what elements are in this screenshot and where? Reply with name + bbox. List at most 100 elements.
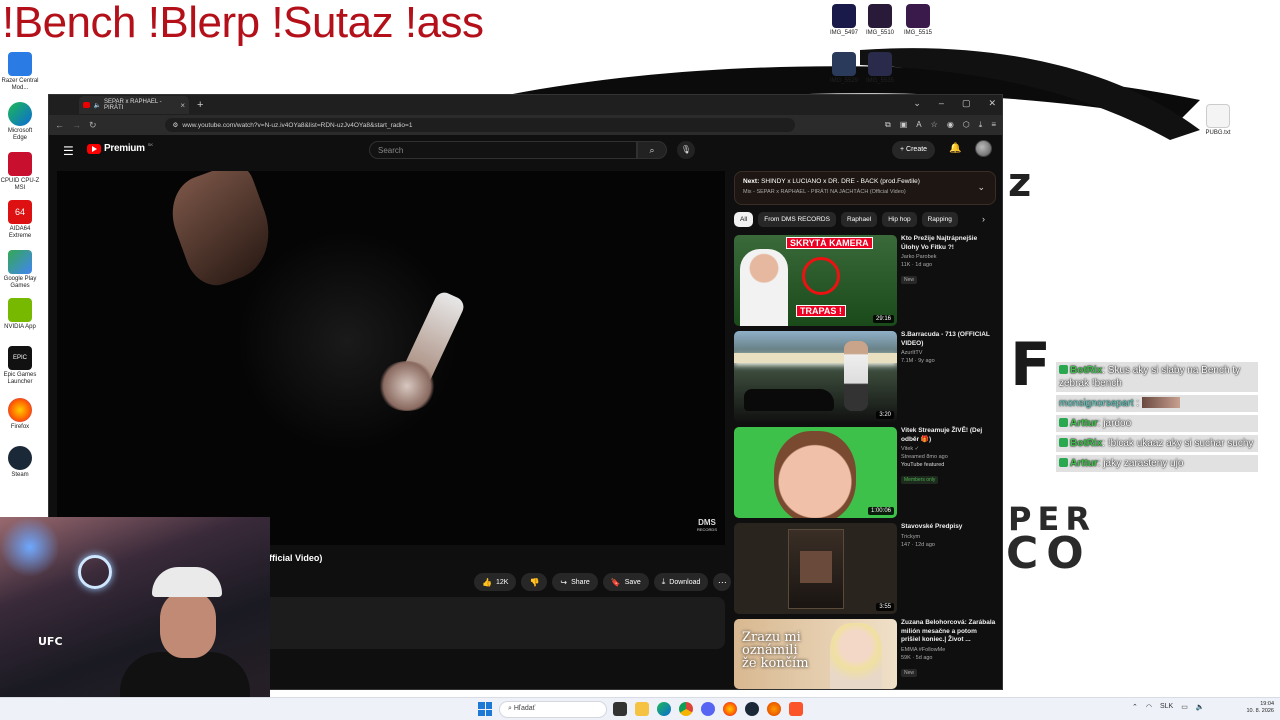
forward-icon[interactable]: →	[72, 120, 81, 130]
video-thumbnail[interactable]: 1:00:06	[734, 427, 897, 518]
chip-hip-hop[interactable]: Hip hop	[882, 212, 917, 227]
desktop-icon-img-5497[interactable]: IMG_5497	[824, 4, 864, 37]
chrome-icon[interactable]	[679, 702, 693, 716]
video-thumbnail[interactable]: 3:20	[734, 331, 897, 422]
tab-close-icon[interactable]: ×	[180, 101, 185, 110]
list-item[interactable]: SKRYTÁ KAMERA TRAPAS ! 29:16 Kto Prežije…	[734, 235, 996, 327]
like-button[interactable]: 👍 12K	[474, 573, 517, 591]
desktop-icon-aida64[interactable]: 64 AIDA64 Extreme	[0, 200, 40, 240]
clock[interactable]: 19:04 10. 8. 2026	[1246, 701, 1274, 715]
url-field[interactable]: ⚙ www.youtube.com/watch?v=N-uz.iv4OYa8&l…	[164, 118, 795, 132]
tab-youtube-video[interactable]: 🔈 SEPAR x RAPHAEL - PIRÁTI ×	[79, 96, 189, 114]
notifications-bell-icon[interactable]: 🔔	[949, 143, 961, 154]
chip-raphael[interactable]: Raphael	[840, 212, 878, 227]
taskbar-search[interactable]: ⌕ Hľadať	[499, 701, 607, 718]
more-actions-button[interactable]: ⋯	[713, 573, 732, 591]
channel-name[interactable]: EMMA #FollowMe	[901, 647, 996, 653]
video-stats: 7.1M · 9y ago	[901, 358, 935, 364]
chevron-up-icon[interactable]: ⌃	[1132, 703, 1138, 711]
site-info-icon[interactable]: ⚙	[173, 121, 179, 129]
hamburger-menu-icon[interactable]: ☰	[63, 144, 74, 158]
desktop-icon-img-5515[interactable]: IMG_5515	[898, 4, 938, 37]
reload-icon[interactable]: ↻	[89, 120, 97, 131]
screenshot-icon[interactable]: ⧉	[885, 120, 891, 130]
desktop-icon-edge[interactable]: Microsoft Edge	[0, 102, 40, 142]
create-button[interactable]: + Create	[892, 141, 936, 159]
extensions-icon[interactable]: ⬡	[963, 120, 970, 130]
list-item[interactable]: 3:20 S.Barracuda - 713 (OFFICIAL VIDEO) …	[734, 331, 996, 423]
discord-icon[interactable]	[701, 702, 715, 716]
chevron-right-icon[interactable]: ›	[982, 214, 985, 224]
chip-from-dms-records[interactable]: From DMS RECORDS	[758, 212, 836, 227]
dislike-button[interactable]: 👎	[521, 573, 548, 591]
desktop-icon-razer[interactable]: Razer Central Mod...	[0, 52, 40, 92]
list-item[interactable]: 1:00:06 Vitek Streamuje ŽIVĚ! (Dej odběr…	[734, 427, 996, 519]
firefox-icon[interactable]	[723, 702, 737, 716]
webcam-overlay: UFC	[0, 517, 270, 720]
desktop-icon-img-5535[interactable]: IMG_5535	[860, 52, 900, 85]
channel-name[interactable]: AzurItTV	[901, 350, 996, 356]
youtube-premium-logo[interactable]: Premium SK	[87, 142, 154, 154]
downloads-icon[interactable]: ⤓	[979, 120, 983, 130]
brave-icon[interactable]	[789, 702, 803, 716]
close-window-icon[interactable]: ✕	[988, 98, 996, 109]
chip-all[interactable]: All	[734, 212, 754, 227]
desktop-icon-pubg-txt[interactable]: PUBG.txt	[1198, 104, 1238, 137]
account-icon[interactable]: ◉	[947, 120, 954, 130]
firefox-private-icon[interactable]	[767, 702, 781, 716]
wifi-icon[interactable]: ◠	[1146, 703, 1152, 711]
video-thumbnail[interactable]: Zrazu mi oznámili že končím	[734, 619, 897, 689]
video-title[interactable]: Vitek Streamuje ŽIVĚ! (Dej odběr 🎁)	[901, 427, 996, 444]
avatar[interactable]	[975, 140, 992, 157]
video-title[interactable]: Stavovské Predpisy	[901, 523, 996, 532]
tab-list-chevron-icon[interactable]: ⌄	[913, 98, 921, 109]
video-thumbnail[interactable]: SKRYTÁ KAMERA TRAPAS ! 29:16	[734, 235, 897, 326]
bookmark-star-icon[interactable]: ☆	[931, 120, 938, 130]
task-view-icon[interactable]	[613, 702, 627, 716]
channel-name[interactable]: Jarko Parobek	[901, 254, 996, 260]
file-explorer-icon[interactable]	[635, 702, 649, 716]
menu-icon[interactable]: ≡	[991, 120, 996, 130]
back-icon[interactable]: ←	[55, 120, 64, 130]
new-tab-icon[interactable]: +	[197, 99, 203, 111]
wallpaper-text-co: CO	[1006, 528, 1092, 579]
desktop-icon-img-5510[interactable]: IMG_5510	[860, 4, 900, 37]
search-button[interactable]: ⌕	[637, 141, 667, 159]
chevron-down-icon[interactable]: ⌄	[977, 182, 985, 193]
desktop-icon-firefox[interactable]: Firefox	[0, 398, 40, 431]
list-item[interactable]: 3:55 Stavovské Predpisy Trickym 147 · 12…	[734, 523, 996, 615]
save-button[interactable]: 🔖 Save	[602, 573, 649, 591]
video-title[interactable]: S.Barracuda - 713 (OFFICIAL VIDEO)	[901, 331, 996, 348]
install-icon[interactable]: ▣	[900, 120, 908, 130]
language-indicator[interactable]: SLK	[1160, 703, 1173, 711]
maximize-icon[interactable]: ▢	[962, 98, 971, 109]
voice-search-button[interactable]: 🎙	[677, 141, 695, 159]
network-icon[interactable]: ▭	[1181, 703, 1188, 711]
channel-name[interactable]: Vitek ✓	[901, 446, 996, 452]
desktop-icon-img-5529[interactable]: IMG_5529	[824, 52, 864, 85]
search-input[interactable]: Search	[369, 141, 637, 159]
desktop-icon-google-play[interactable]: Google Play Games	[0, 250, 40, 290]
start-button[interactable]	[478, 702, 492, 716]
desktop-icon-nvidia[interactable]: NVIDIA App	[0, 298, 40, 331]
video-thumbnail[interactable]: 3:55	[734, 523, 897, 614]
share-button[interactable]: ↪ Share	[552, 573, 598, 591]
minimize-icon[interactable]: –	[939, 98, 944, 109]
desktop-icon-cpuz[interactable]: CPUID CPU-Z MSI	[0, 152, 40, 192]
playlist-next-panel[interactable]: Next: SHINDY x LUCIANO x DR. DRE - BACK …	[734, 171, 996, 205]
steam-icon[interactable]	[745, 702, 759, 716]
video-player[interactable]: DMS RECORDS	[57, 171, 725, 545]
chip-rapping[interactable]: Rapping	[921, 212, 958, 227]
translate-icon[interactable]: A	[916, 120, 921, 130]
logo-country: SK	[147, 142, 154, 147]
volume-icon[interactable]: 🔈	[1196, 703, 1205, 711]
video-title[interactable]: Zuzana Belohorcová: Zarábala milión mesa…	[901, 619, 996, 645]
channel-name[interactable]: Trickym	[901, 534, 996, 540]
edge-icon[interactable]	[657, 702, 671, 716]
video-title[interactable]: Kto Prežije Najtrápnejšie Úlohy Vo Fitku…	[901, 235, 996, 252]
desktop-icon-steam[interactable]: Steam	[0, 446, 40, 479]
share-icon: ↪	[560, 577, 568, 587]
desktop-icon-epic[interactable]: EPIC Epic Games Launcher	[0, 346, 40, 386]
list-item[interactable]: Zrazu mi oznámili že končím Zuzana Beloh…	[734, 619, 996, 689]
download-button[interactable]: ⤓ Download	[653, 573, 709, 591]
